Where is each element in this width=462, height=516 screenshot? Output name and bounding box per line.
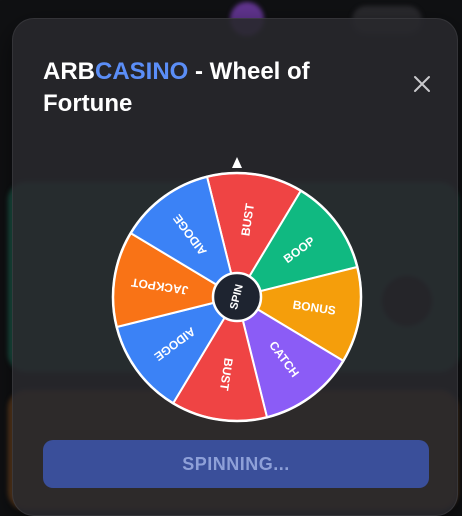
spinning-button[interactable]: SPINNING...: [43, 440, 429, 488]
modal-title: ARBCASINO - Wheel of Fortune: [43, 56, 373, 120]
wheel-svg: BUSTBOOPBONUSCATCHBUSTAIDOGEJACKPOTAIDOG…: [111, 157, 363, 423]
close-icon[interactable]: [413, 75, 431, 93]
title-prefix: ARB: [43, 58, 95, 85]
wheel-of-fortune-modal: ARBCASINO - Wheel of Fortune BUST BOOP BON…: [12, 18, 458, 516]
fortune-wheel[interactable]: BUST BOOP BONUS CATCH BUST AIDOGE JACKPOT AIDOG…: [109, 157, 365, 425]
triangle-pointer-icon: [232, 157, 242, 168]
title-accent: CASINO: [95, 58, 189, 85]
